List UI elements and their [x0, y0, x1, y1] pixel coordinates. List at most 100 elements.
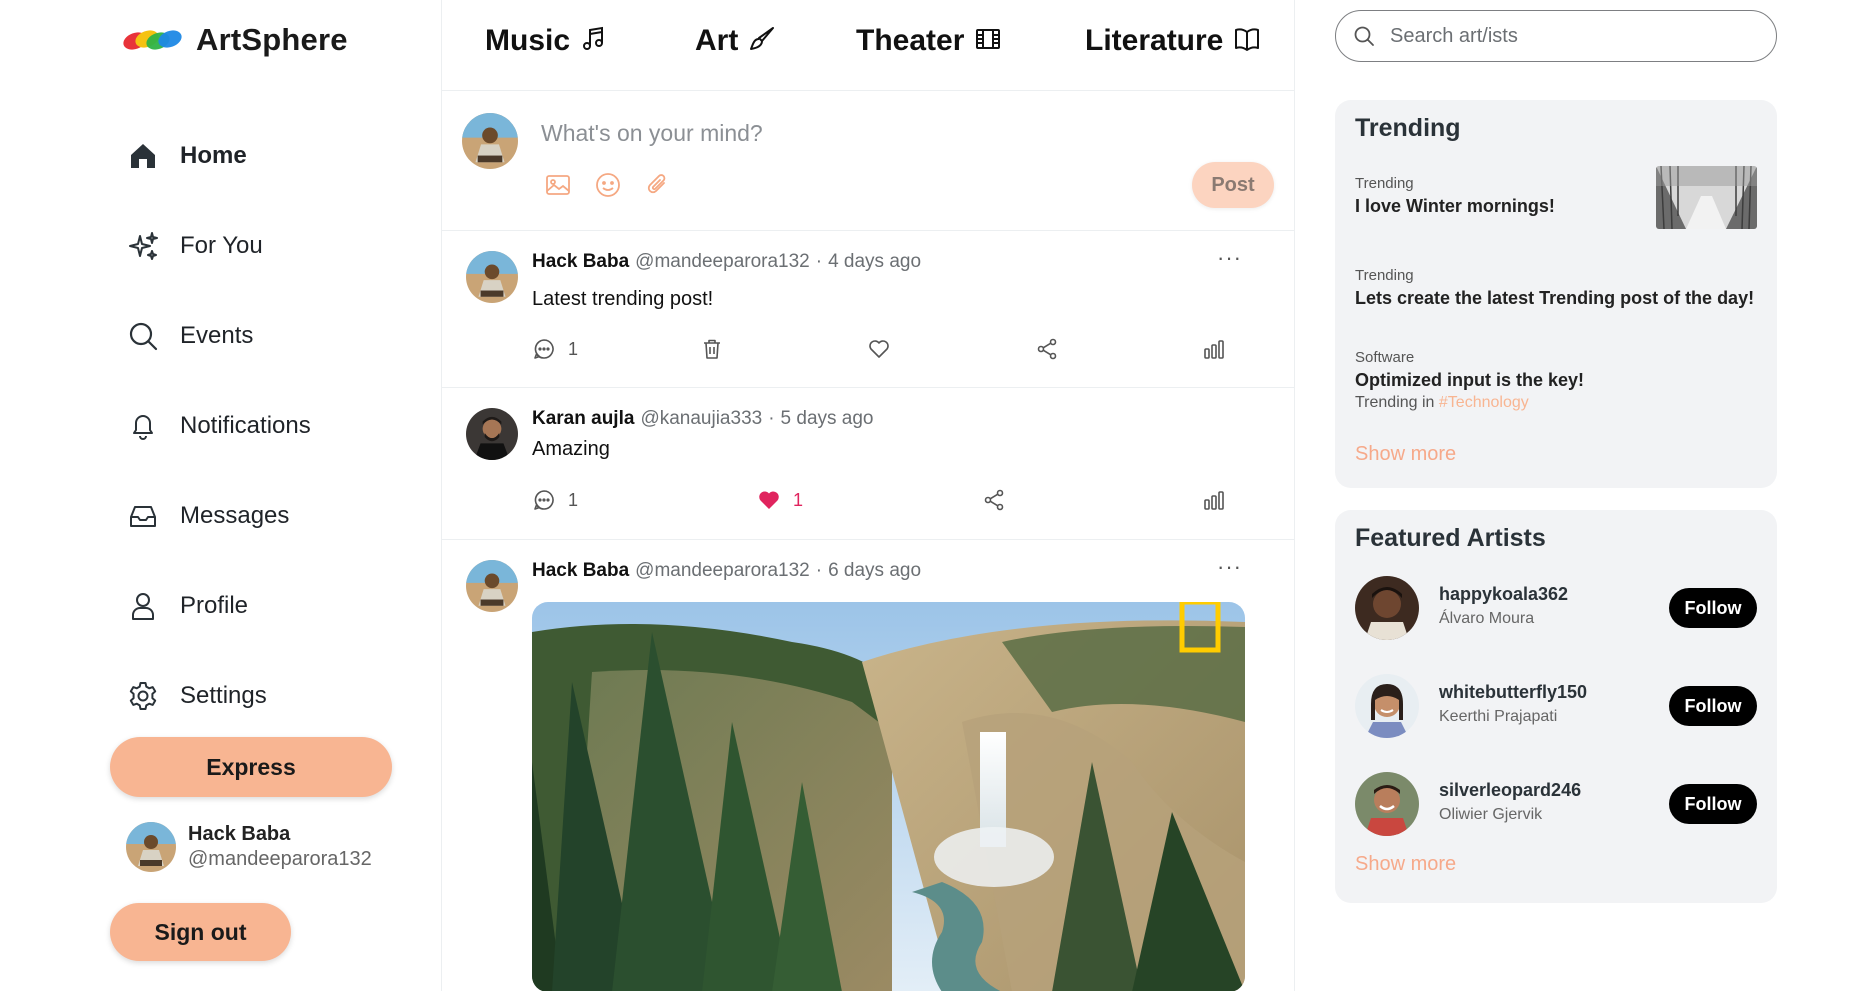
trend-item[interactable]: Trending I love Winter mornings! — [1355, 174, 1555, 218]
post-actions: 1 1 — [532, 488, 1232, 518]
home-icon — [126, 139, 160, 173]
app-logo[interactable]: ArtSphere — [122, 22, 348, 58]
follow-button[interactable]: Follow — [1669, 588, 1757, 628]
nav-label: Profile — [180, 592, 249, 619]
search-bar[interactable] — [1335, 10, 1777, 62]
stats-button[interactable] — [1202, 488, 1226, 512]
post-image[interactable] — [532, 602, 1245, 991]
featured-show-more[interactable]: Show more — [1355, 853, 1456, 876]
search-icon — [126, 319, 160, 353]
current-user[interactable]: Hack Baba @mandeeparora132 — [126, 822, 372, 872]
featured-title: Featured Artists — [1355, 524, 1546, 552]
attachment-icon[interactable] — [644, 171, 672, 204]
avatar[interactable] — [1355, 674, 1419, 738]
bar-chart-icon — [1204, 491, 1224, 510]
comment-icon — [534, 339, 554, 359]
post-time: 4 days ago — [828, 251, 922, 272]
artist-item[interactable]: whitebutterfly150 Keerthi Prajapati Foll… — [1355, 674, 1757, 738]
more-options-icon[interactable]: ··· — [1217, 554, 1242, 580]
nav-home[interactable]: Home — [126, 128, 311, 184]
sign-out-button[interactable]: Sign out — [110, 903, 291, 961]
more-options-icon[interactable]: ··· — [1217, 245, 1242, 271]
bell-icon — [126, 409, 160, 443]
avatar[interactable] — [1355, 576, 1419, 640]
post-time: 6 days ago — [828, 560, 922, 581]
comment-button[interactable]: 1 — [532, 488, 578, 512]
nav-notifications[interactable]: Notifications — [126, 398, 311, 454]
emoji-icon[interactable] — [594, 171, 622, 204]
trend-title: I love Winter mornings! — [1355, 196, 1555, 216]
nav-for-you[interactable]: For You — [126, 218, 311, 274]
artist-username: happykoala362 — [1439, 584, 1569, 604]
music-note-icon — [580, 25, 608, 58]
featured-artists-panel: Featured Artists happykoala362 Álvaro Mo… — [1335, 510, 1777, 903]
current-user-handle: @mandeeparora132 — [188, 848, 372, 870]
share-button[interactable] — [982, 488, 1006, 512]
post-text: Latest trending post! — [532, 288, 714, 310]
film-icon — [974, 25, 1002, 58]
nav-profile[interactable]: Profile — [126, 578, 311, 634]
nav-label: Notifications — [180, 412, 311, 439]
feed-post[interactable]: Hack Baba @mandeeparora132 · 6 days ago … — [442, 540, 1294, 991]
comment-button[interactable]: 1 — [532, 337, 578, 361]
trend-thumbnail[interactable] — [1656, 166, 1757, 229]
like-button[interactable]: 1 — [757, 488, 803, 512]
avatar[interactable] — [466, 251, 518, 303]
post-author[interactable]: Hack Baba — [532, 560, 629, 582]
share-icon — [984, 489, 1004, 511]
image-icon[interactable] — [544, 171, 572, 204]
post-author[interactable]: Karan aujla — [532, 408, 634, 430]
trend-hashtag[interactable]: #Technology — [1439, 394, 1529, 411]
brush-icon — [748, 25, 776, 58]
feed-post[interactable]: Karan aujla @kanaujia333 · 5 days ago Am… — [442, 388, 1294, 540]
post-time: 5 days ago — [780, 408, 874, 429]
category-literature[interactable]: Literature — [1085, 24, 1261, 58]
feed-post[interactable]: Hack Baba @mandeeparora132 · 4 days ago … — [442, 231, 1294, 388]
avatar[interactable] — [1355, 772, 1419, 836]
stats-button[interactable] — [1202, 337, 1226, 361]
trending-title: Trending — [1355, 114, 1461, 142]
share-button[interactable] — [1035, 337, 1059, 361]
trash-icon — [704, 339, 720, 359]
share-icon — [1037, 338, 1057, 360]
search-input[interactable] — [1390, 24, 1770, 48]
logo-icon — [123, 30, 182, 50]
follow-button[interactable]: Follow — [1669, 784, 1757, 824]
category-label: Art — [695, 24, 739, 57]
book-icon — [1233, 25, 1261, 58]
artist-item[interactable]: happykoala362 Álvaro Moura Follow — [1355, 576, 1757, 640]
avatar[interactable] — [466, 408, 518, 460]
category-label: Theater — [856, 24, 965, 57]
avatar[interactable] — [466, 560, 518, 612]
separator: · — [768, 408, 775, 429]
trend-item[interactable]: Trending Lets create the latest Trending… — [1355, 266, 1754, 310]
separator: · — [815, 251, 823, 272]
post-handle[interactable]: @mandeeparora132 — [635, 251, 810, 273]
artist-name: Álvaro Moura — [1439, 610, 1535, 627]
post-handle[interactable]: @mandeeparora132 — [635, 560, 810, 582]
nav-messages[interactable]: Messages — [126, 488, 311, 544]
nav-events[interactable]: Events — [126, 308, 311, 364]
category-music[interactable]: Music — [485, 24, 608, 58]
post-handle[interactable]: @kanaujia333 — [640, 408, 762, 430]
like-button[interactable] — [867, 337, 891, 361]
follow-button[interactable]: Follow — [1669, 686, 1757, 726]
post-author[interactable]: Hack Baba — [532, 251, 629, 273]
trending-panel: Trending Trending I love Winter mornings… — [1335, 100, 1777, 488]
trend-title: Lets create the latest Trending post of … — [1355, 288, 1755, 308]
post-input[interactable] — [541, 113, 1141, 153]
express-button[interactable]: Express — [110, 737, 392, 797]
artist-item[interactable]: silverleopard246 Oliwier Gjervik Follow — [1355, 772, 1757, 836]
post-button[interactable]: Post — [1192, 162, 1274, 208]
category-theater[interactable]: Theater — [856, 24, 1002, 58]
category-label: Music — [485, 24, 571, 57]
post-actions: 1 — [532, 337, 1232, 367]
trend-subtitle: Trending in #Technology — [1355, 392, 1584, 414]
nav-settings[interactable]: Settings — [126, 668, 311, 724]
current-user-name: Hack Baba — [188, 823, 291, 845]
comment-count: 1 — [568, 338, 579, 359]
category-art[interactable]: Art — [695, 24, 776, 58]
trend-item[interactable]: Software Optimized input is the key! Tre… — [1355, 348, 1584, 414]
delete-button[interactable] — [700, 337, 724, 361]
trending-show-more[interactable]: Show more — [1355, 443, 1456, 466]
